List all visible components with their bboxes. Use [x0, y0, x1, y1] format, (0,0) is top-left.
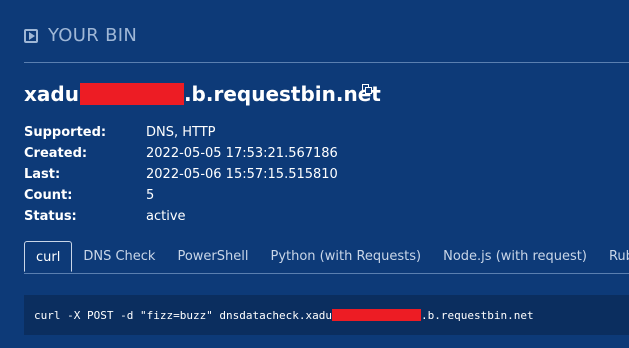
tab-dns-check[interactable]: DNS Check [72, 241, 166, 273]
redaction-bar [332, 309, 422, 321]
detail-row-created: Created: 2022-05-05 17:53:21.567186 [24, 143, 338, 164]
detail-key: Created: [24, 146, 88, 161]
detail-key: Status: [24, 209, 77, 224]
detail-value: active [146, 209, 186, 224]
bin-url-prefix: xadu [24, 82, 79, 106]
tab-curl[interactable]: curl [24, 241, 73, 272]
detail-key: Last: [24, 167, 61, 182]
section-header: YOUR BIN [24, 25, 137, 46]
detail-row-status: Status: active [24, 206, 338, 227]
code-snippet[interactable]: curl -X POST -d "fizz=buzz" dnsdatacheck… [34, 309, 534, 322]
detail-value: 2022-05-05 17:53:21.567186 [146, 146, 338, 161]
detail-row-supported: Supported: DNS, HTTP [24, 122, 338, 143]
code-block[interactable]: curl -X POST -d "fizz=buzz" dnsdatacheck… [24, 295, 629, 335]
detail-value: DNS, HTTP [146, 125, 216, 140]
tab-ruby[interactable]: Rub [598, 241, 629, 273]
tab-powershell[interactable]: PowerShell [166, 241, 259, 273]
redaction-bar [79, 83, 184, 105]
header-divider [24, 62, 629, 63]
tab-nodejs-request[interactable]: Node.js (with request) [432, 241, 598, 273]
detail-key: Count: [24, 188, 73, 203]
detail-value: 2022-05-06 15:57:15.515810 [146, 167, 338, 182]
detail-row-count: Count: 5 [24, 185, 338, 206]
bin-url: xadu .b.requestbin.net [24, 82, 381, 106]
copy-icon[interactable] [362, 84, 372, 94]
bin-url-suffix: .b.requestbin.net [183, 82, 381, 106]
detail-value: 5 [146, 188, 155, 203]
code-tabs: curl DNS Check PowerShell Python (with R… [24, 241, 629, 274]
detail-key: Supported: [24, 125, 107, 140]
tab-python-requests[interactable]: Python (with Requests) [259, 241, 432, 273]
detail-row-last: Last: 2022-05-06 15:57:15.515810 [24, 164, 338, 185]
section-title: YOUR BIN [48, 25, 138, 46]
code-suffix: .b.requestbin.net [421, 308, 534, 322]
play-square-icon [24, 28, 38, 43]
bin-details: Supported: DNS, HTTP Created: 2022-05-05… [24, 122, 338, 227]
code-prefix: curl -X POST -d "fizz=buzz" dnsdatacheck… [34, 308, 333, 322]
